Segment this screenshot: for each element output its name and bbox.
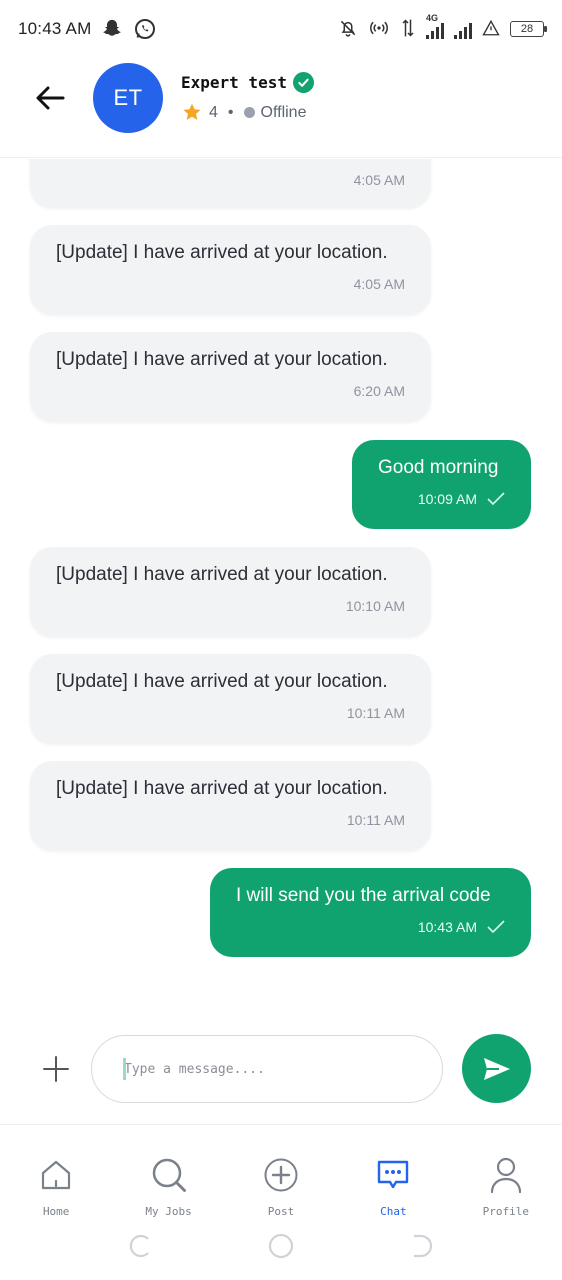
status-time: 10:43 AM xyxy=(18,19,92,38)
message-bubble-incoming[interactable]: [Update] I have arrived at your location… xyxy=(30,761,431,850)
presence-dot xyxy=(243,107,255,118)
message-bubble-outgoing[interactable]: Good morning 10:09 AM xyxy=(352,440,531,529)
nav-label: My Jobs xyxy=(145,1205,192,1218)
nav-label: Home xyxy=(42,1205,70,1218)
nav-item-post[interactable]: Post xyxy=(225,1125,337,1224)
message-composer xyxy=(0,1025,562,1115)
message-list[interactable]: 4:05 AM [Update] I have arrived at your … xyxy=(0,159,562,999)
nav-item-profile[interactable]: Profile xyxy=(450,1125,562,1224)
message-input[interactable] xyxy=(91,1035,443,1103)
home-circle-icon xyxy=(268,1233,294,1259)
message-text: [Update] I have arrived at your location… xyxy=(56,778,388,799)
person-icon xyxy=(486,1155,526,1195)
message-bubble-incoming[interactable]: [Update] I have arrived at your location… xyxy=(30,547,431,636)
back-button[interactable] xyxy=(34,82,66,114)
data-transfer-icon xyxy=(400,18,416,41)
nav-label: Chat xyxy=(380,1205,407,1218)
recents-icon xyxy=(129,1234,149,1258)
plus-icon xyxy=(43,1056,69,1082)
message-time: 10:43 AM xyxy=(236,919,505,935)
message-bubble-incoming[interactable]: [Update] I have arrived at your location… xyxy=(30,225,431,314)
message-bubble-incoming[interactable]: [Update] I have arrived at your location… xyxy=(30,654,431,743)
search-icon xyxy=(149,1155,189,1195)
presence-status: Offline xyxy=(260,103,307,121)
message-bubble-incoming[interactable]: 4:05 AM xyxy=(30,159,431,207)
message-text: [Update] I have arrived at your location… xyxy=(56,349,388,370)
sent-check-icon xyxy=(487,492,505,505)
meta-separator: • xyxy=(227,103,234,121)
avatar[interactable]: ET xyxy=(93,63,163,133)
message-time: 4:05 AM xyxy=(353,172,405,188)
system-back-button[interactable] xyxy=(408,1233,434,1259)
nav-item-home[interactable]: Home xyxy=(0,1125,112,1224)
recent-apps-button[interactable] xyxy=(128,1233,154,1259)
text-cursor xyxy=(123,1058,126,1080)
message-time: 6:20 AM xyxy=(353,382,405,399)
message-text: [Update] I have arrived at your location… xyxy=(56,564,388,585)
attach-button[interactable] xyxy=(40,1053,72,1085)
arrow-left-icon xyxy=(36,86,65,110)
message-time: 10:09 AM xyxy=(378,491,505,507)
whatsapp-icon xyxy=(133,17,157,41)
hotspot-icon xyxy=(368,18,390,41)
nav-label: Profile xyxy=(482,1205,529,1218)
nav-label: Post xyxy=(267,1205,295,1218)
chat-bubble-icon xyxy=(373,1155,413,1195)
sent-check-icon xyxy=(487,920,505,933)
message-text: [Update] I have arrived at your location… xyxy=(56,242,388,263)
contact-name: Expert test xyxy=(181,73,287,92)
warning-icon xyxy=(482,19,500,40)
status-bar: 10:43 AM 4G 28 xyxy=(0,0,562,58)
message-time: 10:11 AM xyxy=(346,811,405,828)
message-text: I will send you the arrival code xyxy=(236,885,491,906)
chat-header: ET Expert test 4 • Offline xyxy=(0,58,562,158)
contact-name-row: Expert test xyxy=(181,72,314,93)
message-bubble-incoming[interactable]: [Update] I have arrived at your location… xyxy=(30,332,431,421)
notifications-off-icon xyxy=(338,18,358,41)
message-text xyxy=(56,159,405,162)
signal-icon xyxy=(454,19,472,39)
bottom-navigation: Home My Jobs Post Chat Profile xyxy=(0,1124,562,1224)
verified-icon xyxy=(292,72,314,93)
snapchat-icon xyxy=(101,18,123,40)
plus-circle-icon xyxy=(261,1155,301,1195)
send-button[interactable] xyxy=(462,1034,531,1103)
nav-item-chat[interactable]: Chat xyxy=(337,1125,449,1224)
rating-value: 4 xyxy=(209,103,218,121)
system-navigation-bar xyxy=(0,1224,562,1280)
message-bubble-outgoing[interactable]: I will send you the arrival code 10:43 A… xyxy=(210,868,531,957)
message-time: 10:11 AM xyxy=(346,704,405,721)
message-text: [Update] I have arrived at your location… xyxy=(56,671,388,692)
system-back-icon xyxy=(414,1234,433,1258)
star-icon xyxy=(183,103,201,120)
message-text: Good morning xyxy=(378,457,499,478)
message-time: 10:10 AM xyxy=(345,597,405,614)
home-icon xyxy=(36,1155,76,1195)
battery-indicator: 28 xyxy=(510,21,547,37)
network-type-label: 4G xyxy=(426,13,439,23)
contact-meta: 4 • Offline xyxy=(181,102,306,123)
nav-item-my-jobs[interactable]: My Jobs xyxy=(112,1125,224,1224)
home-system-button[interactable] xyxy=(268,1233,294,1259)
status-indicators: 4G 28 xyxy=(338,13,547,41)
send-icon xyxy=(483,1057,510,1080)
signal-4g-icon: 4G xyxy=(426,13,444,39)
message-time: 4:05 AM xyxy=(353,275,405,292)
